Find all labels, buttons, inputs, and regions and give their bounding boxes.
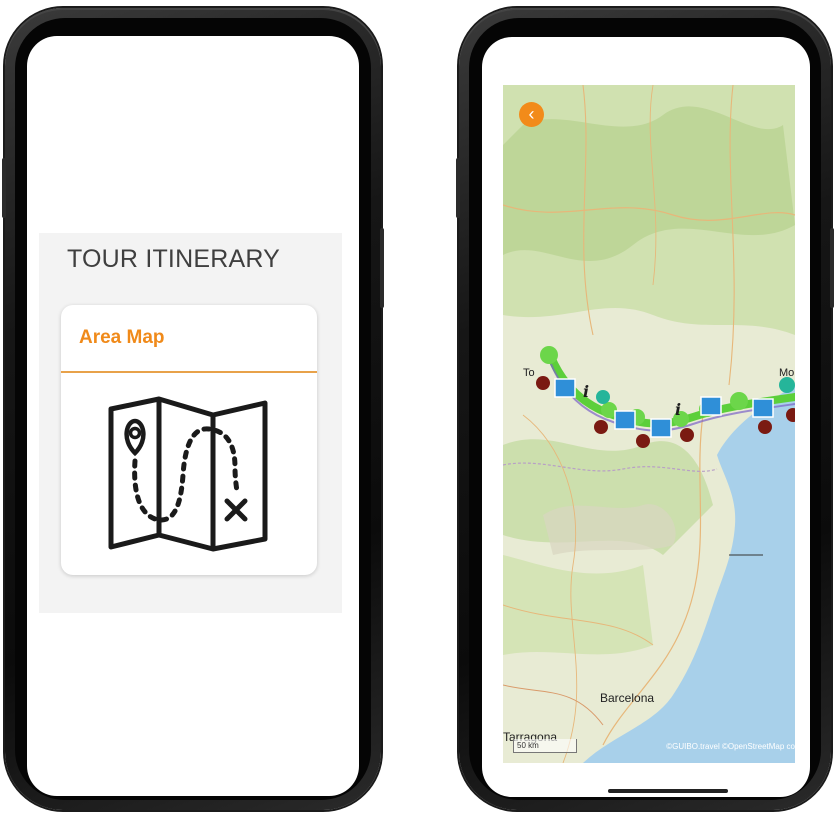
- back-button[interactable]: ‹: [519, 102, 544, 127]
- map-scale-bar: 50 km: [513, 739, 577, 753]
- section-title: TOUR ITINERARY: [67, 245, 281, 273]
- power-button: [380, 228, 384, 308]
- folded-map-route-icon: [108, 396, 268, 552]
- scale-label: 50 km: [517, 741, 539, 750]
- card-divider: [61, 371, 317, 373]
- left-phone: TOUR ITINERARY Area Map: [2, 8, 384, 810]
- volume-button: [2, 158, 6, 218]
- map-label-barcelona: Barcelona: [600, 691, 655, 705]
- home-indicator[interactable]: [608, 789, 728, 793]
- volume-button: [456, 158, 460, 218]
- map-label-to: To: [523, 367, 535, 379]
- right-phone: i i ‹ To Mo Barcelona Tarragona 50 km ©G…: [456, 8, 834, 810]
- power-button: [830, 228, 834, 308]
- card-title: Area Map: [79, 327, 165, 348]
- chevron-left-icon: ‹: [528, 104, 535, 124]
- map-screen: i i ‹ To Mo Barcelona Tarragona 50 km ©G…: [482, 37, 810, 797]
- tour-itinerary-panel: TOUR ITINERARY Area Map: [39, 233, 342, 613]
- area-map-card[interactable]: Area Map: [61, 305, 317, 575]
- svg-text:i: i: [583, 382, 589, 401]
- map-canvas[interactable]: i i: [503, 85, 795, 763]
- svg-text:i: i: [675, 400, 681, 419]
- map-attribution[interactable]: ©GUIBO.travel ©OpenStreetMap co: [666, 742, 795, 751]
- map-label-mo: Mo: [779, 367, 795, 379]
- area-map-view[interactable]: i i ‹ To Mo Barcelona Tarragona 50 km ©G…: [503, 85, 795, 763]
- itinerary-screen: TOUR ITINERARY Area Map: [27, 36, 359, 796]
